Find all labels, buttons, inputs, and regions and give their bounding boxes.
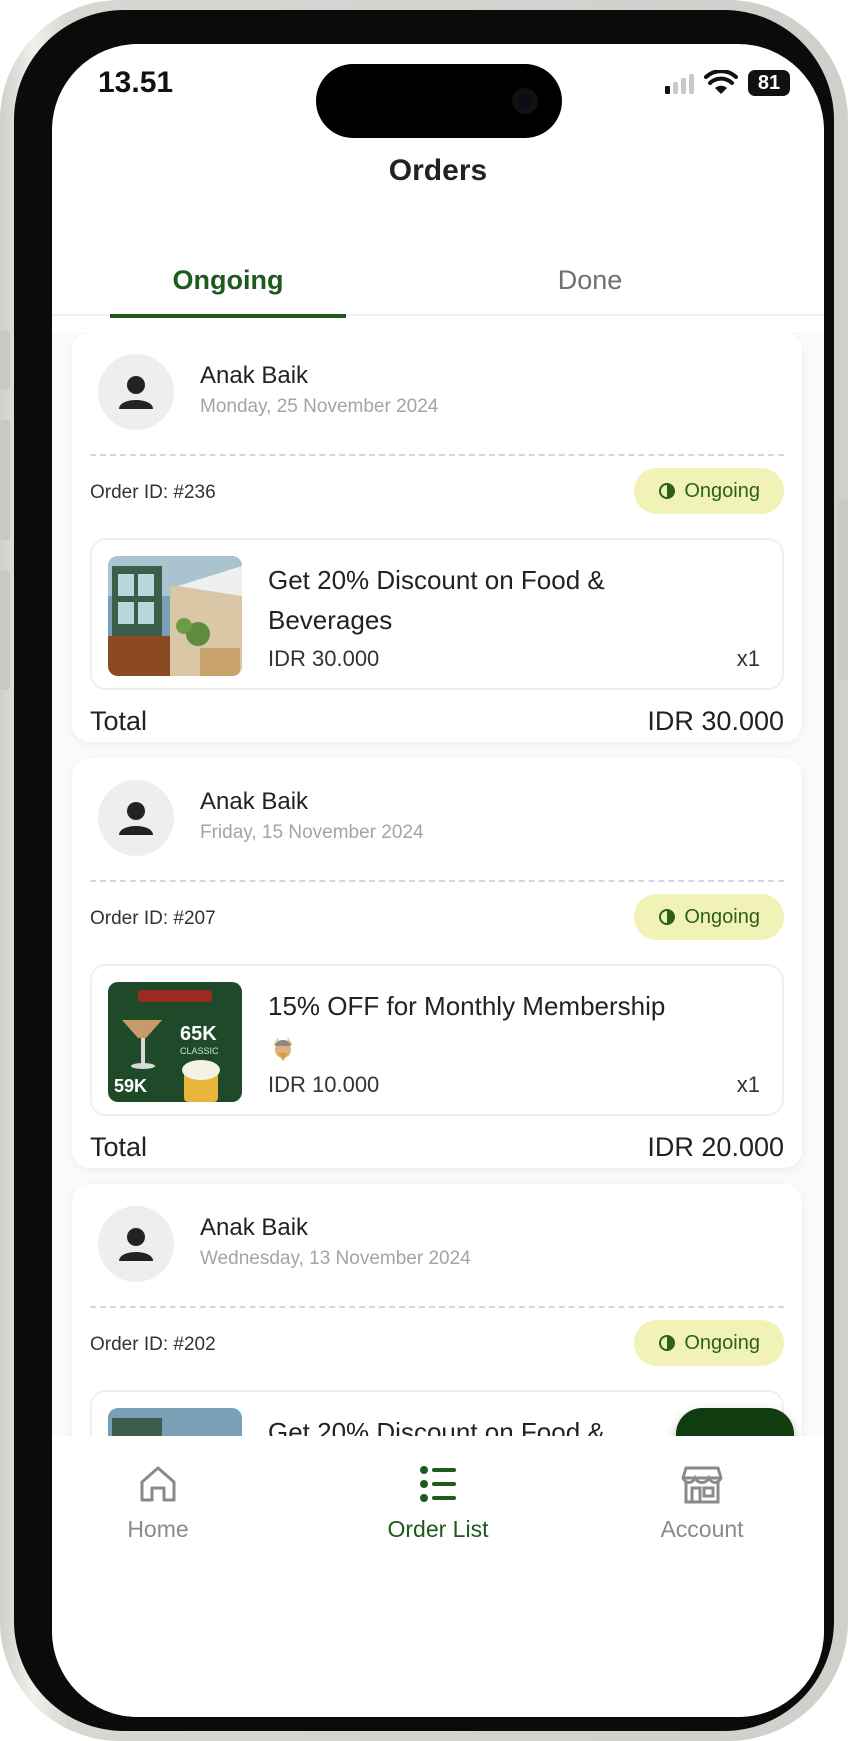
power-button	[838, 500, 848, 680]
item-quantity: x1	[736, 646, 760, 671]
dashed-divider	[90, 880, 784, 882]
tab-done[interactable]: Done	[472, 244, 708, 316]
status-badge: Ongoing	[634, 468, 784, 514]
phone-bezel: 13.51 81 Orders Ongoing Done Anak Baik M…	[14, 10, 834, 1731]
total-value: IDR 30.000	[647, 706, 784, 736]
order-id: Order ID: #207	[90, 908, 216, 929]
customer-name: Anak Baik	[200, 788, 309, 815]
order-date: Wednesday, 13 November 2024	[200, 1248, 471, 1269]
order-card[interactable]: Anak Baik Monday, 25 November 2024 Order…	[72, 332, 802, 742]
order-item[interactable]: Get 20% Discount on Food & Beverages IDR…	[90, 538, 784, 690]
orders-list[interactable]: Anak Baik Monday, 25 November 2024 Order…	[52, 332, 824, 1436]
avatar	[98, 1206, 174, 1282]
progress-icon	[659, 483, 676, 499]
status-badge: Ongoing	[634, 894, 784, 940]
page-title: Orders	[388, 154, 488, 187]
svg-text:65K: 65K	[180, 1023, 217, 1045]
status-indicators: 81	[665, 70, 790, 96]
screen: 13.51 81 Orders Ongoing Done Anak Baik M…	[52, 44, 824, 1717]
customer-name: Anak Baik	[200, 362, 309, 389]
store-icon	[681, 1466, 723, 1504]
cellular-signal-icon	[665, 72, 694, 94]
nav-label: Order List	[387, 1516, 489, 1542]
status-label: Ongoing	[684, 479, 760, 502]
progress-icon	[659, 1335, 676, 1351]
list-icon	[420, 1466, 456, 1502]
home-icon	[140, 1466, 176, 1502]
order-date: Monday, 25 November 2024	[200, 396, 439, 417]
status-time: 13.51	[98, 66, 174, 99]
status-label: Ongoing	[684, 905, 760, 928]
volume-up-button	[0, 420, 10, 540]
user-icon	[119, 1228, 153, 1261]
total-label: Total	[90, 1132, 148, 1162]
silent-switch	[0, 330, 10, 390]
item-thumbnail: 65K CLASSIC 59K	[108, 982, 242, 1102]
camera-icon	[512, 88, 538, 114]
user-icon	[119, 376, 153, 409]
total-label: Total	[90, 706, 148, 736]
bottom-navigation: Home Order List Account	[52, 1436, 824, 1717]
order-card[interactable]: Anak Baik Friday, 15 November 2024 Order…	[72, 758, 802, 1168]
nav-home[interactable]: Home	[68, 1462, 248, 1543]
item-title: Get 20% Discount on Food &	[268, 1417, 605, 1436]
nav-label: Account	[660, 1516, 744, 1542]
order-tabs: Ongoing Done	[52, 244, 824, 318]
total-value: IDR 20.000	[647, 1132, 784, 1162]
battery-indicator: 81	[748, 70, 790, 96]
avatar	[98, 354, 174, 430]
svg-text:59K: 59K	[114, 1076, 147, 1096]
status-label: Ongoing	[684, 1331, 760, 1354]
item-quantity: x1	[736, 1072, 760, 1097]
nav-order-list[interactable]: Order List	[348, 1462, 528, 1543]
avatar	[98, 780, 174, 856]
dynamic-island	[316, 64, 562, 138]
dashed-divider	[90, 454, 784, 456]
user-icon	[119, 802, 153, 835]
phone-frame: 13.51 81 Orders Ongoing Done Anak Baik M…	[0, 0, 848, 1741]
nav-label: Home	[127, 1516, 189, 1542]
item-price: IDR 30.000	[268, 646, 380, 671]
item-title: 15% OFF for Monthly Membership	[268, 986, 708, 1066]
volume-down-button	[0, 570, 10, 690]
svg-text:CLASSIC: CLASSIC	[180, 1046, 219, 1056]
wifi-icon	[704, 70, 738, 94]
order-date: Friday, 15 November 2024	[200, 822, 424, 843]
item-price: IDR 10.000	[268, 1072, 380, 1097]
item-thumbnail	[108, 556, 242, 676]
item-thumbnail	[108, 1408, 242, 1436]
order-id: Order ID: #236	[90, 482, 216, 503]
dashed-divider	[90, 1306, 784, 1308]
order-card[interactable]: Anak Baik Wednesday, 13 November 2024 Or…	[72, 1184, 802, 1436]
order-id: Order ID: #202	[90, 1334, 216, 1355]
customer-name: Anak Baik	[200, 1214, 309, 1241]
viking-emoji-icon	[273, 1037, 293, 1062]
nav-account[interactable]: Account	[612, 1462, 792, 1543]
tab-ongoing[interactable]: Ongoing	[110, 244, 346, 318]
status-badge: Ongoing	[634, 1320, 784, 1366]
item-title: Get 20% Discount on Food & Beverages	[268, 565, 605, 635]
progress-icon	[659, 909, 676, 925]
order-item[interactable]: 65K CLASSIC 59K 15% OFF for Monthly Memb…	[90, 964, 784, 1116]
